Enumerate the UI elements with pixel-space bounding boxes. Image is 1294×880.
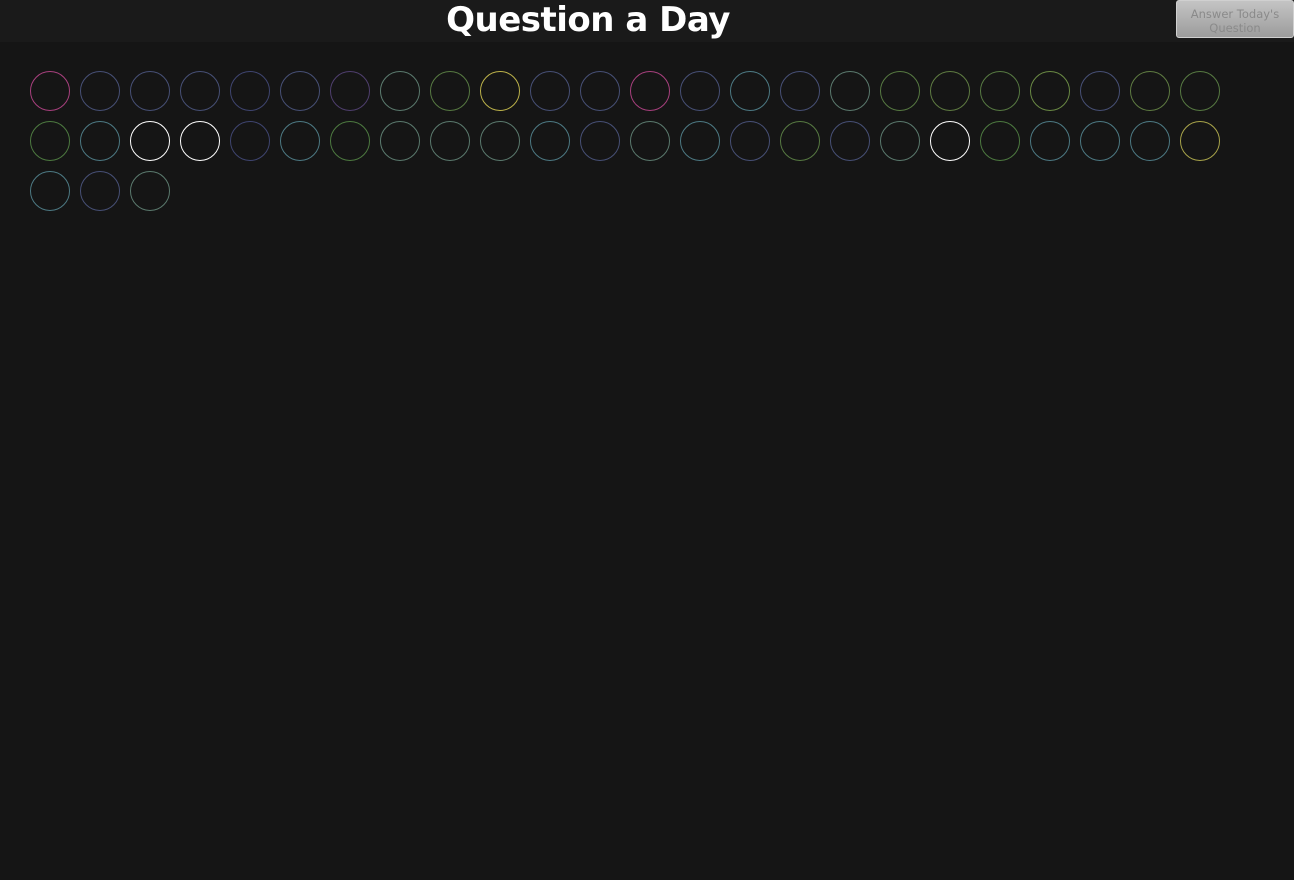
day-circle[interactable] — [230, 71, 270, 111]
day-circle[interactable] — [30, 121, 70, 161]
day-circle[interactable] — [80, 171, 120, 211]
day-circle[interactable] — [530, 71, 570, 111]
day-circle[interactable] — [1030, 71, 1070, 111]
day-circle[interactable] — [630, 71, 670, 111]
day-circle[interactable] — [80, 71, 120, 111]
day-circle[interactable] — [330, 121, 370, 161]
day-circle[interactable] — [530, 121, 570, 161]
day-circle[interactable] — [930, 71, 970, 111]
day-circle[interactable] — [730, 71, 770, 111]
day-circle[interactable] — [880, 121, 920, 161]
day-circle[interactable] — [780, 121, 820, 161]
day-circle[interactable] — [430, 71, 470, 111]
day-circle[interactable] — [780, 71, 820, 111]
day-circle[interactable] — [180, 121, 220, 161]
day-circle[interactable] — [1080, 121, 1120, 161]
day-circle[interactable] — [130, 121, 170, 161]
day-circle[interactable] — [1130, 71, 1170, 111]
day-circle[interactable] — [130, 71, 170, 111]
day-circle[interactable] — [580, 71, 620, 111]
page-title: Question a Day — [446, 0, 730, 40]
day-circle[interactable] — [830, 71, 870, 111]
day-circle[interactable] — [630, 121, 670, 161]
day-circle[interactable] — [1080, 71, 1120, 111]
day-circle[interactable] — [1180, 121, 1220, 161]
answer-todays-question-button[interactable]: Answer Today's Question — [1176, 0, 1294, 38]
day-circle[interactable] — [230, 121, 270, 161]
day-circle[interactable] — [680, 71, 720, 111]
day-circle[interactable] — [580, 121, 620, 161]
header-bar: Question a Day Answer Today's Question — [0, 0, 1294, 42]
day-circle[interactable] — [980, 71, 1020, 111]
day-circle[interactable] — [130, 171, 170, 211]
day-circle[interactable] — [880, 71, 920, 111]
day-circle[interactable] — [1030, 121, 1070, 161]
day-circle[interactable] — [280, 121, 320, 161]
day-circle[interactable] — [980, 121, 1020, 161]
day-circle[interactable] — [30, 71, 70, 111]
day-circle[interactable] — [180, 71, 220, 111]
day-circle[interactable] — [830, 121, 870, 161]
day-circle[interactable] — [1180, 71, 1220, 111]
day-circle[interactable] — [30, 171, 70, 211]
day-circle[interactable] — [730, 121, 770, 161]
day-circle[interactable] — [680, 121, 720, 161]
day-circle[interactable] — [280, 71, 320, 111]
day-circle[interactable] — [380, 121, 420, 161]
day-circle[interactable] — [430, 121, 470, 161]
day-circle[interactable] — [330, 71, 370, 111]
day-circle[interactable] — [480, 71, 520, 111]
day-circle[interactable] — [80, 121, 120, 161]
day-circle[interactable] — [1130, 121, 1170, 161]
day-circle[interactable] — [380, 71, 420, 111]
day-circle[interactable] — [480, 121, 520, 161]
day-circle[interactable] — [930, 121, 970, 161]
